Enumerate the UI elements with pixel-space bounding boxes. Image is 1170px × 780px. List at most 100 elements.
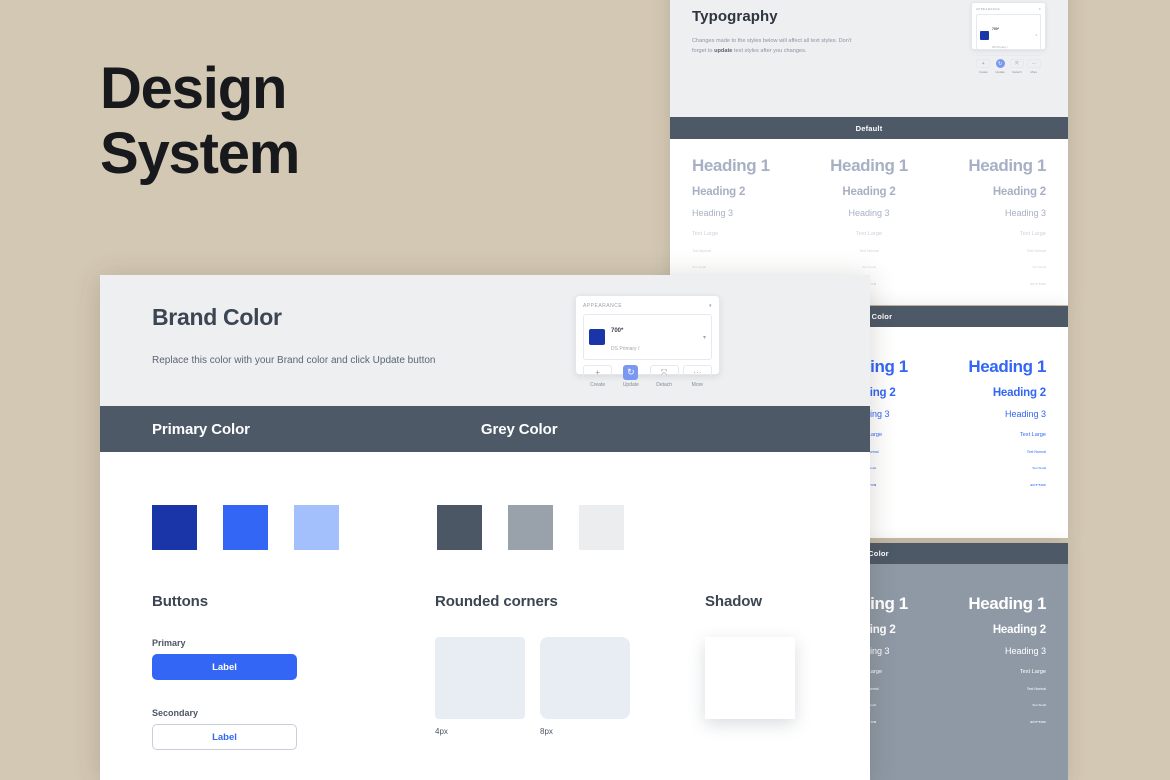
appearance-panel[interactable]: APPEARANCE ▾ 700* DS Primary / ▾ + Create… bbox=[575, 295, 720, 388]
typography-default-bar-label: Default bbox=[855, 123, 883, 133]
grey-swatch-1[interactable] bbox=[437, 505, 482, 550]
heading-3-sample: Heading 3 bbox=[692, 208, 734, 218]
rounded-corner-samples: 4px 8px bbox=[435, 637, 705, 736]
more-button[interactable]: ··· More bbox=[682, 365, 712, 388]
heading-3-sample: Heading 3 bbox=[848, 208, 890, 218]
ellipsis-icon: ··· bbox=[1026, 59, 1041, 68]
typography-default-bar: Default bbox=[670, 117, 1068, 139]
grey-swatch-group bbox=[437, 505, 624, 550]
appearance-style-sub: DS Primary / bbox=[992, 45, 1008, 49]
appearance-style-name: 700* bbox=[992, 27, 999, 31]
heading-1-sample: Heading 1 bbox=[830, 156, 908, 175]
grey-swatch-2[interactable] bbox=[508, 505, 553, 550]
color-swatch-row bbox=[100, 452, 870, 550]
chevron-down-icon[interactable]: ▾ bbox=[703, 334, 706, 341]
secondary-button-label: Label bbox=[212, 731, 237, 743]
brand-color-panel: Brand Color Replace this color with your… bbox=[100, 275, 870, 780]
chevron-down-icon[interactable]: ▾ bbox=[709, 303, 712, 309]
type-column-right: Heading 1 Heading 2 Heading 3 Text Large… bbox=[928, 357, 1046, 528]
primary-swatch-1[interactable] bbox=[152, 505, 197, 550]
shadow-box-sample bbox=[705, 637, 795, 719]
text-large-sample: Text Large bbox=[1019, 432, 1046, 438]
primary-swatch-3[interactable] bbox=[294, 505, 339, 550]
shadow-section: Shadow bbox=[705, 593, 795, 750]
chevron-down-icon[interactable]: ▾ bbox=[1039, 7, 1041, 11]
typography-intro-text: Typography Changes made to the styles be… bbox=[692, 8, 867, 117]
rounded-box-8px-caption: 8px bbox=[540, 727, 553, 736]
more-button[interactable]: ··· More bbox=[1026, 59, 1041, 74]
primary-swatch-2[interactable] bbox=[223, 505, 268, 550]
color-swatch-icon bbox=[589, 329, 605, 345]
brand-intro-text: Brand Color Replace this color with your… bbox=[152, 304, 435, 406]
heading-3-sample: Heading 3 bbox=[1004, 646, 1046, 656]
appearance-panel-title: APPEARANCE ▾ bbox=[976, 7, 1041, 11]
shadow-section-title: Shadow bbox=[705, 593, 762, 610]
rounded-box-4px-caption: 4px bbox=[435, 727, 448, 736]
buttons-section: Buttons Primary Label Secondary Label bbox=[152, 593, 435, 750]
create-button[interactable]: + Create bbox=[583, 365, 613, 388]
heading-2-sample: Heading 2 bbox=[992, 624, 1046, 636]
button-text-sample: BUTTON bbox=[1030, 483, 1046, 487]
color-section-bar: Primary Color Grey Color bbox=[100, 406, 870, 452]
text-large-sample: Text Large bbox=[692, 231, 719, 237]
secondary-button[interactable]: Label bbox=[152, 724, 297, 750]
plus-icon: + bbox=[583, 365, 613, 380]
primary-swatch-group bbox=[152, 505, 339, 550]
text-normal-sample: Text Normal bbox=[859, 249, 879, 253]
page-title: Design System bbox=[100, 56, 300, 186]
appearance-title-label: APPEARANCE bbox=[583, 303, 623, 309]
heading-1-sample: Heading 1 bbox=[968, 357, 1046, 376]
heading-2-sample: Heading 2 bbox=[992, 387, 1046, 399]
text-normal-sample: Text Normal bbox=[1026, 450, 1046, 454]
create-button-label: Create bbox=[978, 69, 988, 74]
update-button-label: Update bbox=[995, 69, 1005, 74]
button-text-sample: BUTTON bbox=[1030, 282, 1046, 286]
detach-button[interactable]: ⤧ Detach bbox=[649, 365, 679, 388]
appearance-style-row[interactable]: 700* DS Primary / ▾ bbox=[583, 314, 712, 360]
appearance-style-text: 700* DS Primary / bbox=[611, 319, 639, 355]
typography-panel: Typography Changes made to the styles be… bbox=[670, 0, 1068, 305]
grey-swatch-3[interactable] bbox=[579, 505, 624, 550]
update-button[interactable]: ↻ Update bbox=[616, 365, 645, 388]
heading-2-sample: Heading 2 bbox=[692, 186, 746, 198]
appearance-style-row[interactable]: 700* DS Primary / ▾ bbox=[976, 14, 1041, 56]
refresh-icon: ↻ bbox=[623, 365, 639, 380]
heading-2-sample: Heading 2 bbox=[992, 186, 1046, 198]
detach-button-label: Detach bbox=[1012, 69, 1022, 74]
typography-intro: Typography Changes made to the styles be… bbox=[670, 0, 1068, 117]
detach-icon: ⤧ bbox=[649, 365, 679, 380]
detach-button[interactable]: ⤧ Detach bbox=[1009, 59, 1025, 74]
text-small-sample: Text Small bbox=[1032, 265, 1046, 269]
text-large-sample: Text Large bbox=[1019, 669, 1046, 675]
appearance-panel-small[interactable]: APPEARANCE ▾ 700* DS Primary / ▾ + Create… bbox=[971, 2, 1046, 74]
primary-button[interactable]: Label bbox=[152, 654, 297, 680]
appearance-style-sub: DS Primary / bbox=[611, 346, 640, 352]
text-normal-sample: Text Normal bbox=[1026, 249, 1046, 253]
create-button[interactable]: + Create bbox=[976, 59, 991, 74]
desc-part-2: text styles after you changes. bbox=[732, 48, 807, 55]
more-button-label: More bbox=[1030, 69, 1038, 74]
update-button[interactable]: ↻ Update bbox=[993, 59, 1007, 74]
component-sections: Buttons Primary Label Secondary Label Ro… bbox=[100, 550, 870, 750]
text-small-sample: Text Small bbox=[1032, 466, 1046, 470]
type-column-right: Heading 1 Heading 2 Heading 3 Text Large… bbox=[928, 594, 1046, 770]
refresh-icon: ↻ bbox=[995, 59, 1005, 68]
typography-description: Changes made to the styles below will af… bbox=[692, 36, 867, 57]
appearance-buttons: + Create ↻ Update ⤧ Detach ··· More bbox=[976, 59, 1041, 74]
rounded-corners-section: Rounded corners 4px 8px bbox=[435, 593, 705, 750]
primary-color-label: Primary Color bbox=[152, 420, 250, 438]
grey-color-label: Grey Color bbox=[480, 420, 558, 438]
color-swatch-icon bbox=[980, 30, 989, 40]
rounded-section-title: Rounded corners bbox=[435, 593, 558, 610]
rounded-corner-item: 8px bbox=[540, 637, 630, 736]
detach-icon: ⤧ bbox=[1009, 59, 1025, 68]
update-button-label: Update bbox=[622, 382, 639, 388]
text-large-sample: Text Large bbox=[855, 231, 883, 237]
detach-button-label: Detach bbox=[656, 382, 673, 388]
brand-intro: Brand Color Replace this color with your… bbox=[100, 275, 870, 406]
heading-2-sample: Heading 2 bbox=[842, 186, 896, 198]
text-small-sample: Text Small bbox=[692, 265, 706, 269]
rounded-box-8px bbox=[540, 637, 630, 719]
text-normal-sample: Text Normal bbox=[692, 249, 712, 253]
chevron-down-icon[interactable]: ▾ bbox=[1035, 33, 1037, 37]
